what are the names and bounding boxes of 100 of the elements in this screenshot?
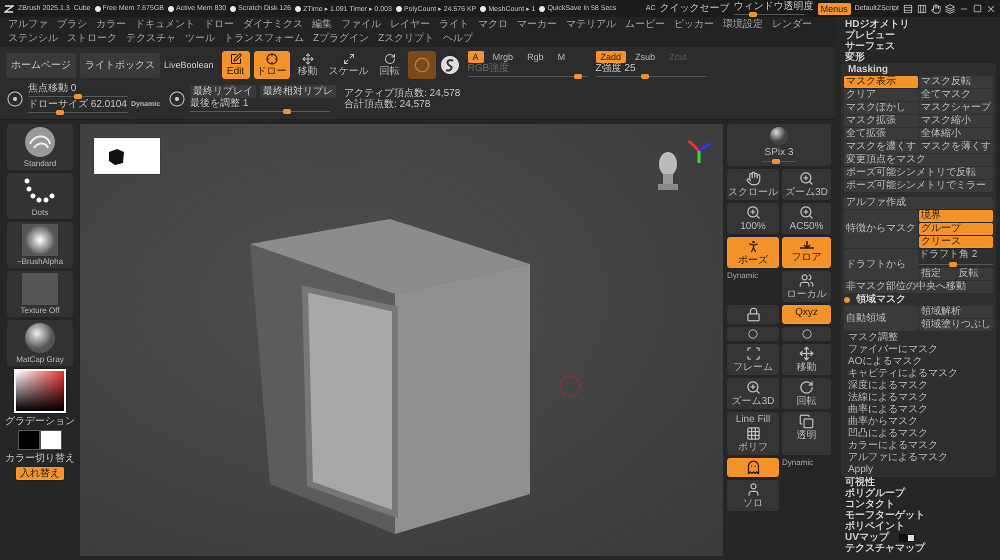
shelf-button[interactable]: ソロ: [727, 480, 779, 511]
tool-button[interactable]: ドロー: [254, 51, 290, 79]
slider-thumb[interactable]: [772, 159, 780, 164]
menu-item[interactable]: ダイナミクス: [243, 19, 303, 31]
toggle-button[interactable]: Qxyz: [782, 305, 831, 324]
live-boolean-button[interactable]: LiveBoolean: [164, 60, 214, 70]
mask-button[interactable]: 非マスク部位の中央へ移動: [844, 281, 993, 293]
mask-button[interactable]: マスクぼかし: [844, 102, 918, 114]
shelf-button[interactable]: ズーム3D: [727, 378, 779, 409]
mask-list-item[interactable]: Apply: [844, 464, 993, 475]
mask-button[interactable]: 変更頂点をマスク: [844, 154, 993, 166]
menu-item[interactable]: テクスチャ: [126, 33, 176, 45]
mask-button[interactable]: ポーズ可能シンメトリでミラー: [844, 180, 993, 192]
slider-thumb[interactable]: [641, 74, 650, 79]
swatch-button[interactable]: Standard: [7, 124, 73, 170]
shelf-button[interactable]: フレーム: [727, 344, 779, 375]
tool-button[interactable]: 移動: [294, 51, 322, 79]
mask-button[interactable]: 全て拡張: [844, 128, 918, 140]
mask-list-item[interactable]: キャビティによるマスク: [844, 368, 993, 379]
mask-button[interactable]: アルファ作成: [844, 197, 993, 209]
slider-thumb[interactable]: [282, 108, 291, 114]
menu-item[interactable]: ストローク: [67, 33, 117, 45]
menu-item[interactable]: ムービー: [625, 19, 665, 31]
color-swatch[interactable]: [18, 430, 40, 450]
brush-preview-button[interactable]: [408, 51, 436, 79]
mask-list-item[interactable]: カラーによるマスク: [844, 440, 993, 451]
menu-item[interactable]: ドロー: [204, 19, 234, 31]
shelf-button[interactable]: ポーズ: [727, 237, 779, 268]
mask-button[interactable]: 領域塗りつぶし: [919, 319, 993, 331]
shelf-button[interactable]: SPix 3: [727, 124, 831, 166]
mask-list-item[interactable]: アルファによるマスク: [844, 452, 993, 463]
menu-item[interactable]: ピッカー: [674, 19, 714, 31]
menu-item[interactable]: カラー: [96, 19, 126, 31]
maximize-icon[interactable]: [973, 4, 982, 13]
panel-item[interactable]: 変形: [841, 52, 996, 63]
mask-list-item[interactable]: 曲率からマスク: [844, 416, 993, 427]
shelf-button[interactable]: [727, 327, 779, 341]
mask-list-item[interactable]: 深度によるマスク: [844, 380, 993, 391]
menu-item[interactable]: アルファ: [8, 19, 48, 31]
replay-button[interactable]: 最終リプレイ: [190, 84, 256, 98]
menu-item[interactable]: ファイル: [341, 19, 381, 31]
mask-button[interactable]: マスクを濃くす: [844, 141, 918, 153]
shelf-button[interactable]: [782, 327, 831, 341]
swatch-button[interactable]: MatCap Gray: [7, 320, 73, 366]
menu-item[interactable]: 編集: [312, 19, 332, 31]
mask-button[interactable]: 領域解析: [919, 306, 993, 318]
mask-button[interactable]: マスク反転: [919, 76, 993, 88]
menu-item[interactable]: ブラシ: [57, 19, 87, 31]
panel-item[interactable]: HDジオメトリ: [841, 19, 996, 30]
mask-option-button[interactable]: 境界: [919, 210, 993, 222]
mask-list-item[interactable]: AOによるマスク: [844, 356, 993, 367]
panel-item[interactable]: サーフェス: [841, 41, 996, 52]
mask-button[interactable]: マスクシャープ: [919, 102, 993, 114]
mask-option-button[interactable]: クリース: [919, 236, 993, 248]
panel-item[interactable]: コンタクト: [841, 499, 996, 510]
color-picker[interactable]: [14, 369, 66, 413]
menu-item[interactable]: ライト: [439, 19, 469, 31]
mask-button[interactable]: マスク縮小: [919, 115, 993, 127]
shelf-button[interactable]: 100%: [727, 203, 779, 234]
shelf-button[interactable]: ズーム3D: [782, 169, 831, 200]
mask-button[interactable]: 反転: [956, 268, 993, 280]
shelf-button[interactable]: 移動: [782, 344, 831, 375]
z-mode-button[interactable]: Zsub: [630, 51, 660, 63]
menu-item[interactable]: レイヤー: [390, 19, 430, 31]
slider-thumb[interactable]: [574, 74, 582, 79]
panel-item[interactable]: プレビュー: [841, 30, 996, 41]
shelf-button[interactable]: AC50%: [782, 203, 831, 234]
panel-item[interactable]: モーフターゲット: [841, 510, 996, 521]
mask-button[interactable]: マスクを薄くす: [919, 141, 993, 153]
menu-item[interactable]: ステンシル: [8, 33, 58, 45]
shelf-button[interactable]: 透明: [782, 412, 831, 455]
mask-button[interactable]: 全体縮小: [919, 128, 993, 140]
slider-thumb[interactable]: [74, 94, 82, 99]
swap-button[interactable]: 入れ替え: [16, 467, 64, 480]
panel-item[interactable]: ポリペイント: [841, 521, 996, 532]
shelf-button[interactable]: [727, 305, 779, 324]
menus-button[interactable]: Menus: [818, 2, 851, 14]
menu-item[interactable]: Zスクリプト: [378, 33, 434, 45]
shelf-button[interactable]: フロア: [782, 237, 831, 268]
mask-list-item[interactable]: マスク調整: [844, 332, 993, 343]
nav-button[interactable]: ライトボックス: [80, 52, 160, 78]
tool-button[interactable]: スケール: [326, 51, 372, 79]
quick-save-button[interactable]: クイックセーブ: [660, 3, 730, 14]
menu-item[interactable]: マクロ: [478, 19, 508, 31]
nav-button[interactable]: ホームページ: [6, 52, 76, 78]
z-mode-button[interactable]: Zadd: [596, 51, 626, 63]
channel-button[interactable]: A: [468, 51, 484, 63]
mask-button[interactable]: 指定: [919, 268, 956, 280]
panel-item[interactable]: ポリグループ: [841, 488, 996, 499]
menu-item[interactable]: 環境設定: [723, 19, 763, 31]
mask-button[interactable]: クリア: [844, 89, 918, 101]
mask-list-item[interactable]: 法線によるマスク: [844, 392, 993, 403]
slider-thumb[interactable]: [56, 110, 64, 115]
menu-item[interactable]: レンダー: [772, 19, 812, 31]
color-swatch[interactable]: [40, 430, 62, 450]
shelf-button[interactable]: [727, 458, 779, 477]
shelf-button[interactable]: Line Fill ポリフ: [727, 412, 779, 455]
tool-button[interactable]: 回転: [376, 51, 404, 79]
channel-button[interactable]: Mrgb: [488, 51, 518, 63]
menu-item[interactable]: マーカー: [517, 19, 557, 31]
